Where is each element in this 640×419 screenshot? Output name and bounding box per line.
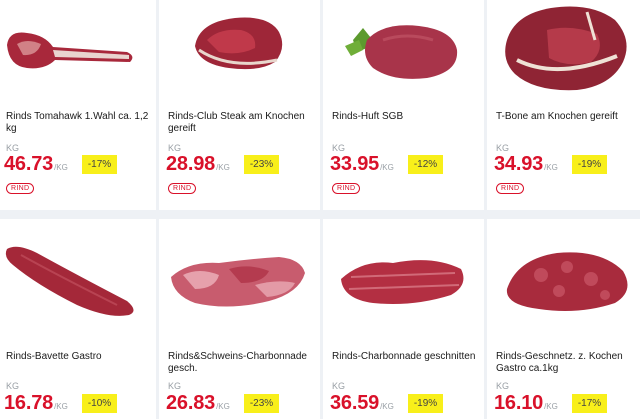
product-image[interactable] <box>323 0 484 100</box>
price-row: 36.59 /KG -19% <box>330 392 444 415</box>
category-tag[interactable]: RIND <box>168 183 197 194</box>
discount-badge: -23% <box>243 155 280 174</box>
product-image[interactable] <box>487 0 640 100</box>
product-name[interactable]: Rinds&Schweins-Charbonnade gesch. <box>168 351 314 375</box>
product-card[interactable]: Rinds Tomahawk 1.Wahl ca. 1,2 kg KG 46.7… <box>0 0 156 210</box>
product-image[interactable] <box>323 219 484 331</box>
price: 36.59 <box>330 392 380 414</box>
product-card[interactable]: Rinds-Huft SGB KG 33.95 /KG -12% RIND <box>323 0 484 210</box>
discount-badge: -17% <box>81 155 118 174</box>
product-name[interactable]: Rinds-Charbonnade geschnitten <box>332 351 478 363</box>
price: 34.93 <box>494 153 544 175</box>
price-row: 26.83 /KG -23% <box>166 392 280 415</box>
product-card[interactable]: Rinds-Geschnetz. z. Kochen Gastro ca.1kg… <box>487 219 640 419</box>
price-row: 16.78 /KG -10% <box>4 392 118 415</box>
unit-label: KG <box>6 381 20 391</box>
unit-label: KG <box>168 143 182 153</box>
price: 28.98 <box>166 153 216 175</box>
product-image[interactable] <box>487 219 640 331</box>
price-row: 34.93 /KG -19% <box>494 153 608 176</box>
price-row: 16.10 /KG -17% <box>494 392 608 415</box>
category-tag[interactable]: RIND <box>496 183 525 194</box>
discount-badge: -19% <box>571 155 608 174</box>
price-unit: /KG <box>216 163 230 172</box>
product-name[interactable]: Rinds-Club Steak am Knochen gereift <box>168 111 314 135</box>
unit-label: KG <box>496 381 510 391</box>
product-name[interactable]: Rinds Tomahawk 1.Wahl ca. 1,2 kg <box>6 111 150 135</box>
product-card[interactable]: Rinds-Charbonnade geschnitten KG 36.59 /… <box>323 219 484 419</box>
product-name[interactable]: Rinds-Geschnetz. z. Kochen Gastro ca.1kg <box>496 351 640 375</box>
discount-badge: -12% <box>407 155 444 174</box>
price-row: 28.98 /KG -23% <box>166 153 280 176</box>
discount-badge: -23% <box>243 394 280 413</box>
product-name[interactable]: Rinds-Huft SGB <box>332 111 478 123</box>
price-unit: /KG <box>544 163 558 172</box>
unit-label: KG <box>332 143 346 153</box>
price: 26.83 <box>166 392 216 414</box>
discount-badge: -19% <box>407 394 444 413</box>
unit-label: KG <box>332 381 346 391</box>
product-card[interactable]: T-Bone am Knochen gereift KG 34.93 /KG -… <box>487 0 640 210</box>
unit-label: KG <box>496 143 510 153</box>
product-card[interactable]: Rinds-Club Steak am Knochen gereift KG 2… <box>159 0 320 210</box>
product-image[interactable] <box>159 0 320 100</box>
unit-label: KG <box>6 143 20 153</box>
discount-badge: -17% <box>571 394 608 413</box>
price: 46.73 <box>4 153 54 175</box>
price-row: 33.95 /KG -12% <box>330 153 444 176</box>
unit-label: KG <box>168 381 182 391</box>
price: 16.10 <box>494 392 544 414</box>
category-tag[interactable]: RIND <box>6 183 35 194</box>
discount-badge: -10% <box>81 394 118 413</box>
product-card[interactable]: Rinds&Schweins-Charbonnade gesch. KG 26.… <box>159 219 320 419</box>
price: 33.95 <box>330 153 380 175</box>
price: 16.78 <box>4 392 54 414</box>
product-image[interactable] <box>0 0 156 100</box>
price-unit: /KG <box>380 163 394 172</box>
category-tag[interactable]: RIND <box>332 183 361 194</box>
product-grid: Rinds Tomahawk 1.Wahl ca. 1,2 kg KG 46.7… <box>0 0 640 419</box>
product-name[interactable]: Rinds-Bavette Gastro <box>6 351 150 363</box>
product-name[interactable]: T-Bone am Knochen gereift <box>496 111 640 123</box>
product-image[interactable] <box>0 219 156 331</box>
price-unit: /KG <box>54 163 68 172</box>
price-row: 46.73 /KG -17% <box>4 153 118 176</box>
product-image[interactable] <box>159 219 320 331</box>
product-card[interactable]: Rinds-Bavette Gastro KG 16.78 /KG -10% <box>0 219 156 419</box>
